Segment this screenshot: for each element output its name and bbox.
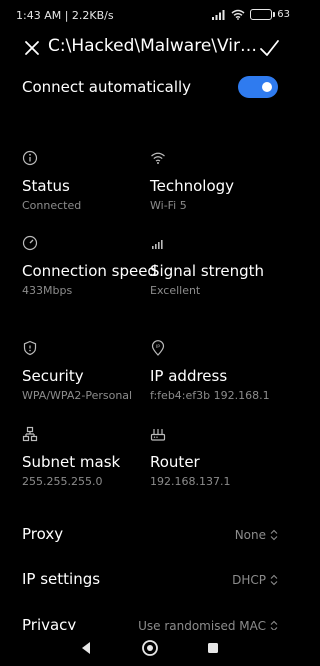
detail-technology: Technology Wi-Fi 5 — [150, 150, 285, 214]
detail-value: Wi-Fi 5 — [150, 199, 187, 212]
home-icon[interactable] — [140, 638, 160, 658]
detail-router: Router 192.168.137.1 — [150, 426, 285, 490]
detail-label: Signal strength — [150, 262, 265, 280]
detail-label: Subnet mask — [22, 453, 121, 471]
svg-text:IP: IP — [156, 344, 160, 350]
ip-settings-value[interactable]: DHCP — [232, 573, 278, 587]
detail-value: WPA/WPA2-Personal — [22, 389, 133, 402]
updown-arrows-icon — [270, 529, 278, 541]
ip-settings-label: IP settings — [22, 570, 101, 588]
detail-status: Status Connected — [22, 150, 157, 214]
detail-value: f:feb4:ef3b 192.168.1 — [150, 389, 270, 402]
detail-subnet-mask: Subnet mask 255.255.255.0 — [22, 426, 157, 490]
battery-icon: 63 — [250, 9, 290, 20]
top-bar: C:\Hacked\Malware\Virus — [0, 34, 300, 62]
ip-settings-row[interactable]: IP settings DHCP — [0, 565, 300, 595]
detail-label: Status — [22, 177, 70, 195]
detail-value: 433Mbps — [22, 284, 73, 297]
detail-label: Technology — [150, 177, 235, 195]
connect-automatically-row[interactable]: Connect automatically — [0, 74, 300, 102]
detail-label: IP address — [150, 367, 228, 385]
proxy-value-text: None — [234, 528, 266, 542]
proxy-value[interactable]: None — [235, 528, 278, 542]
network-icon — [22, 426, 38, 442]
detail-value: 255.255.255.0 — [22, 475, 103, 488]
signal-bars-icon — [152, 240, 163, 249]
updown-arrows-icon — [270, 574, 278, 586]
detail-value: Connected — [22, 199, 82, 212]
detail-label: Connection speed — [22, 262, 157, 280]
wifi-icon — [231, 9, 245, 20]
status-bar: 1:43 AM | 2.2KB/s 63 — [0, 0, 300, 32]
ip-settings-value-text: DHCP — [232, 573, 266, 587]
proxy-row[interactable]: Proxy None — [0, 520, 300, 550]
info-icon — [22, 150, 38, 166]
recents-icon[interactable] — [203, 638, 223, 658]
detail-label: Security — [22, 367, 84, 385]
back-icon[interactable] — [77, 638, 97, 658]
wifi-icon — [151, 152, 165, 164]
router-icon — [150, 429, 166, 441]
toggle-knob — [262, 82, 272, 92]
detail-label: Router — [150, 453, 200, 471]
connect-automatically-toggle[interactable] — [238, 76, 278, 98]
connect-automatically-label: Connect automatically — [22, 78, 192, 96]
ip-pin-icon: IP — [151, 340, 165, 356]
page-title: C:\Hacked\Malware\Virus — [48, 36, 258, 56]
detail-connection-speed: Connection speed 433Mbps — [22, 235, 157, 299]
signal-icon — [212, 9, 225, 20]
status-icons: 63 — [212, 9, 290, 20]
detail-value: 192.168.137.1 — [150, 475, 231, 488]
detail-signal-strength: Signal strength Excellent — [150, 235, 285, 299]
detail-ip-address: IP IP address f:feb4:ef3b 192.168.1 — [150, 340, 285, 404]
proxy-label: Proxy — [22, 525, 64, 543]
shield-icon — [23, 340, 37, 356]
detail-security: Security WPA/WPA2-Personal — [22, 340, 157, 404]
status-time-speed: 1:43 AM | 2.2KB/s — [16, 9, 114, 22]
close-icon[interactable] — [22, 38, 42, 58]
check-icon[interactable] — [258, 37, 280, 59]
speedometer-icon — [22, 235, 38, 251]
navigation-bar — [0, 630, 300, 666]
battery-percent: 63 — [277, 9, 290, 20]
detail-value: Excellent — [150, 284, 201, 297]
